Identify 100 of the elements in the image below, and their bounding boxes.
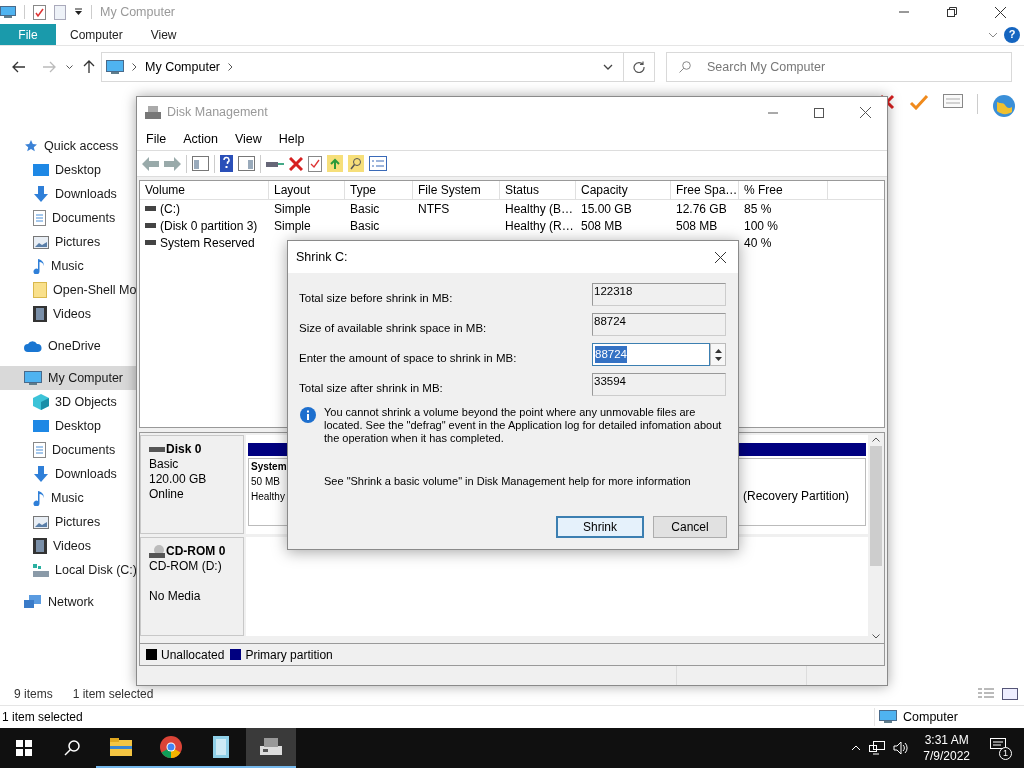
clock-time: 3:31 AM xyxy=(924,732,969,748)
chevron-right-icon xyxy=(132,63,137,71)
restore-icon xyxy=(947,7,957,17)
refresh-button[interactable] xyxy=(624,52,655,82)
nav-item[interactable]: Desktop xyxy=(0,158,136,182)
column-header[interactable]: Capacity xyxy=(576,181,671,199)
computer-icon xyxy=(879,710,897,724)
speaker-icon xyxy=(893,741,910,755)
dialog-button[interactable]: Shrink xyxy=(556,515,644,538)
nav-item[interactable]: Music xyxy=(0,254,136,278)
close-icon xyxy=(995,6,1006,18)
film-icon xyxy=(33,538,47,554)
delete-icon xyxy=(289,156,303,171)
column-header[interactable]: File System xyxy=(413,181,500,199)
table-cell-text: Simple xyxy=(274,200,311,218)
info-icon xyxy=(300,407,316,423)
help-button[interactable]: ? xyxy=(1004,26,1020,43)
desktop-icon xyxy=(33,420,49,432)
close-icon xyxy=(715,251,726,263)
nav-item[interactable]: Videos xyxy=(0,534,136,558)
nav-item[interactable]: Documents xyxy=(0,438,136,462)
partition-status: (Recovery Partition) xyxy=(743,489,850,504)
address-path[interactable]: My Computer xyxy=(145,57,221,77)
drive-icon xyxy=(145,223,156,228)
field-label: Enter the amount of space to shrink in MB: xyxy=(299,351,517,366)
dialog-title: Shrink C: xyxy=(296,248,348,266)
forward-arrow-icon xyxy=(164,156,181,171)
partition-size: 50 MB xyxy=(251,475,280,489)
nav-item[interactable]: Music xyxy=(0,486,136,510)
nav-item[interactable]: Local Disk (C:) xyxy=(0,558,136,582)
nav-item[interactable]: 3D Objects xyxy=(0,390,136,414)
close-icon xyxy=(860,107,871,118)
properties-icon xyxy=(369,156,387,171)
notification-badge: 1 xyxy=(999,747,1012,760)
table-cell-text: Simple xyxy=(274,217,311,235)
table-cell-text: (Disk 0 partition 3) xyxy=(160,217,258,235)
nav-item[interactable]: My Computer xyxy=(0,366,136,390)
checked-document-icon xyxy=(308,155,322,172)
star-icon xyxy=(24,139,38,153)
forward-arrow-icon xyxy=(42,61,56,73)
column-header[interactable]: Type xyxy=(345,181,413,199)
globe-icon xyxy=(992,94,1016,118)
column-header[interactable]: % Free xyxy=(739,181,828,199)
ribbon-tab[interactable]: Computer xyxy=(56,24,137,45)
address-bar[interactable]: My Computer xyxy=(101,52,624,82)
music-note-icon xyxy=(33,258,45,274)
picture-icon xyxy=(33,515,49,529)
download-arrow-icon xyxy=(33,186,49,202)
drive-icon xyxy=(33,563,49,577)
nav-item[interactable]: OneDrive xyxy=(0,334,136,358)
nav-item[interactable]: Pictures xyxy=(0,510,136,534)
drive-icon xyxy=(145,206,156,211)
folder-icon xyxy=(110,738,132,756)
download-arrow-icon xyxy=(33,466,49,482)
nav-item[interactable]: Documents xyxy=(0,206,136,230)
search-icon xyxy=(679,61,691,73)
column-header[interactable]: Layout xyxy=(269,181,345,199)
taskbar-app[interactable] xyxy=(246,728,296,768)
ribbon-tab[interactable]: View xyxy=(136,24,191,45)
table-cell-text: Basic xyxy=(350,217,380,235)
menu-item[interactable]: Help xyxy=(278,129,305,149)
document-icon xyxy=(33,442,46,458)
search-field[interactable]: Search My Computer xyxy=(666,52,1012,82)
cd-drive-icon xyxy=(149,544,165,559)
nav-item[interactable]: Downloads xyxy=(0,462,136,486)
chevron-down-icon xyxy=(603,64,613,70)
table-cell-text: Healthy (R… xyxy=(505,217,574,235)
menu-item[interactable]: Action xyxy=(183,129,218,149)
up-arrow-icon xyxy=(83,60,95,74)
computer-icon xyxy=(0,5,16,19)
column-header[interactable]: Status xyxy=(500,181,576,199)
column-header[interactable]: Volume xyxy=(140,181,269,199)
blank-page-icon xyxy=(54,4,66,20)
back-arrow-icon xyxy=(12,61,26,73)
window-title: Disk Management xyxy=(167,104,268,122)
nav-item[interactable]: Quick access xyxy=(0,134,136,158)
nav-item[interactable]: Videos xyxy=(0,302,136,326)
computer-icon xyxy=(24,370,42,386)
back-arrow-icon xyxy=(142,156,159,171)
nav-item[interactable]: Open-Shell Mo xyxy=(0,278,136,302)
location-label: Computer xyxy=(903,708,958,726)
spin-buttons[interactable] xyxy=(710,343,726,366)
folder-icon xyxy=(33,282,47,298)
nav-item[interactable]: Pictures xyxy=(0,230,136,254)
nav-item[interactable]: Downloads xyxy=(0,182,136,206)
menu-item[interactable]: File xyxy=(146,129,167,149)
table-cell-text: System Reserved xyxy=(160,234,255,252)
browser-icon xyxy=(160,736,182,758)
dropdown-caret-icon xyxy=(74,8,83,16)
disk-name: CD-ROM 0 xyxy=(166,544,226,559)
dialog-button[interactable]: Cancel xyxy=(653,515,727,538)
number-input[interactable]: 88724 xyxy=(592,343,710,366)
nav-item[interactable]: Desktop xyxy=(0,414,136,438)
envelope-icon xyxy=(943,94,963,108)
disk-drive-icon xyxy=(260,738,282,756)
notification-icon xyxy=(990,738,1006,752)
readonly-field: 122318 xyxy=(592,283,726,306)
column-header[interactable]: Free Spa… xyxy=(671,181,739,199)
nav-item[interactable]: Network xyxy=(0,590,136,614)
menu-item[interactable]: View xyxy=(234,129,262,149)
